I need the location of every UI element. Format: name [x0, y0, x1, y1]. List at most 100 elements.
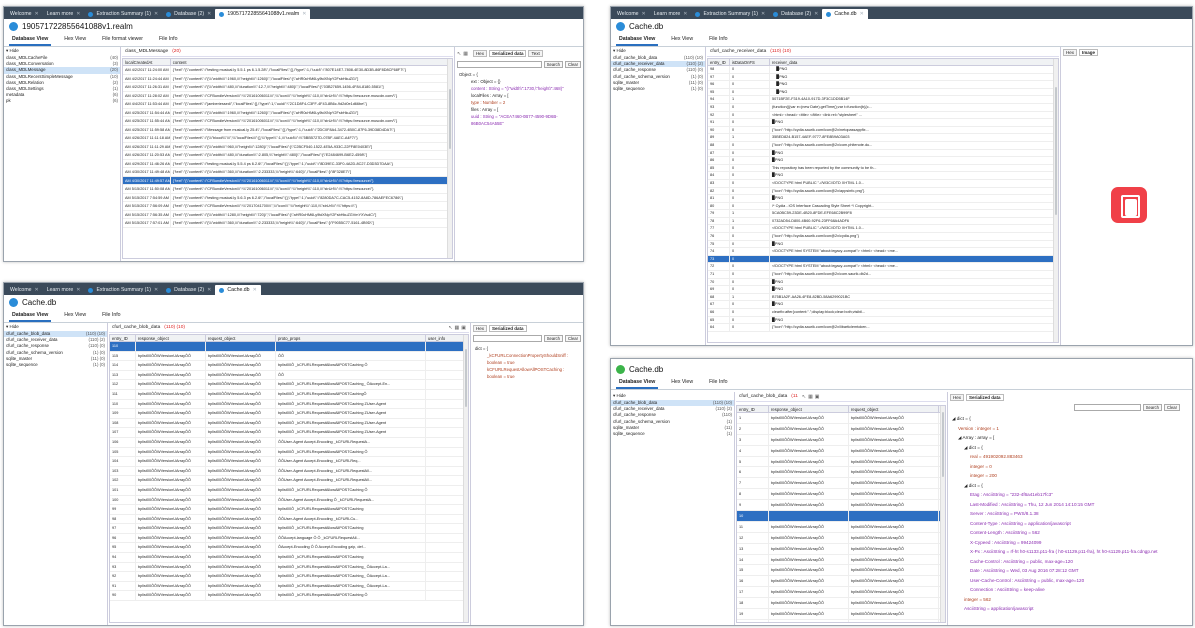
- table-row[interactable]: 115 bplist00ÔÔWVersionUArrayÔÔ bplist00ÔÔW…: [110, 351, 468, 362]
- tab-3[interactable]: Database (2) ✕: [769, 9, 822, 19]
- table-row[interactable]: 95 0 ▉PNG: [708, 88, 1058, 97]
- table-row[interactable]: 97 0 ▉PNG: [708, 73, 1058, 82]
- search-button[interactable]: Search: [1142, 404, 1162, 411]
- table-row[interactable]: 94 1 5071BF2E-F319-4A10-917D-3F3C1DD5B14F: [708, 96, 1058, 104]
- table-row[interactable]: AM 4/25/2017 11:59:58 AM {"text":"{\"cont…: [123, 125, 452, 134]
- tree-node[interactable]: kCFURLRequestAllowAllPOSTCaching : boole…: [475, 366, 579, 380]
- table-row[interactable]: AM 4/2/2017 11:24:44 AM {"text":"{\"conte…: [123, 74, 452, 83]
- table-row[interactable]: 94 bplist00ÔÔWVersionUArrayÔÔ bplist00ÔÔWV…: [110, 553, 468, 563]
- table-row[interactable]: 15 bplist00ÔÔWVersionUArrayÔÔ bplist00ÔÔWV…: [737, 565, 945, 577]
- tab-2[interactable]: Extraction Summary (1) ✕: [84, 285, 162, 295]
- table-row[interactable]: 100 bplist00ÔÔWVersionUArrayÔÔ bplist00ÔÔW…: [110, 495, 468, 506]
- table-row[interactable]: 96 bplist00ÔÔWVersionUArrayÔÔ bplist00ÔÔWV…: [110, 533, 468, 544]
- table-row[interactable]: AM 5/15/2017 7:56:35 AM {"text":"{\"conte…: [123, 210, 452, 219]
- table-row[interactable]: 78 1 0732AD54-D800-4B60-92F6-23FF68A4ADF6: [708, 217, 1058, 226]
- close-icon[interactable]: ✕: [207, 11, 211, 17]
- table-row[interactable]: AM 4/30/2017 11:49:48 AM {"text":"{\"cont…: [123, 168, 452, 177]
- table-row[interactable]: 90 bplist00ÔÔWVersionUArrayÔÔ bplist00ÔÔWV…: [110, 591, 468, 602]
- table-row[interactable]: 20bplist00ÔÔWVersionUArrayÔÔbplist00ÔÔWV…: [737, 619, 945, 622]
- tab-2[interactable]: Extraction Summary (1) ✕: [84, 9, 162, 19]
- table-row[interactable]: 93 0 (function(){var e=(new Date).getTime(…: [708, 103, 1058, 112]
- close-icon[interactable]: ✕: [35, 11, 39, 17]
- table-row[interactable]: 8 bplist00ÔÔWVersionUArrayÔÔ bplist00ÔÔWVe…: [737, 489, 945, 501]
- table-row[interactable]: 111 bplist00ÔÔWVersionUArrayÔÔ bplist00ÔÔW…: [110, 389, 468, 400]
- scrollbar[interactable]: [1053, 59, 1058, 342]
- table-row[interactable]: 103 bplist00ÔÔWVersionUArrayÔÔ bplist00ÔÔW…: [110, 466, 468, 477]
- view-tab[interactable]: Database View: [616, 377, 659, 389]
- table-row[interactable]: 99 bplist00ÔÔWVersionUArrayÔÔ bplist00ÔÔWV…: [110, 505, 468, 515]
- column-header[interactable]: user_info: [426, 335, 466, 341]
- table-row[interactable]: 86 0 ▉PNG: [708, 157, 1058, 165]
- table-row[interactable]: 97 bplist00ÔÔWVersionUArrayÔÔ bplist00ÔÔWV…: [110, 524, 468, 534]
- tree-node[interactable]: X-Cypeed : AsciiString = 99424099: [952, 538, 1188, 548]
- table-row[interactable]: 85 0 This repository has been reported by …: [708, 164, 1058, 173]
- view-tab[interactable]: Hex View: [61, 34, 89, 46]
- table-row[interactable]: 18 bplist00ÔÔWVersionUArrayÔÔ bplist00ÔÔWV…: [737, 598, 945, 610]
- sidebar-item[interactable]: pk (6): [4, 98, 120, 104]
- table-row[interactable]: AM 5/15/2017 7:54:59 AM {"text":"{\"conte…: [123, 193, 452, 202]
- table-row[interactable]: 109 bplist00ÔÔWVersionUArrayÔÔ bplist00ÔÔW…: [110, 409, 468, 419]
- detail-tab[interactable]: Serialized data: [488, 50, 527, 57]
- table-row[interactable]: 1 bplist00ÔÔWVersionUArrayÔÔ bplist00ÔÔWVe…: [737, 413, 945, 424]
- table-row[interactable]: 77 0 <!DOCTYPE html PUBLIC "-//W3C//DTD XH…: [708, 225, 1058, 234]
- tree-node[interactable]: integer = 200: [952, 471, 1188, 481]
- tab-1[interactable]: Learn more ✕: [650, 9, 692, 19]
- close-icon[interactable]: ✕: [76, 287, 80, 293]
- table-row[interactable]: 79 1 5CA0BC59-23DE-4B20-8FDE-EFE68C2B99F8: [708, 210, 1058, 218]
- clear-button[interactable]: Clear: [564, 61, 581, 68]
- cursor-icon[interactable]: ↖: [802, 394, 806, 400]
- view-tab[interactable]: Database View: [9, 34, 52, 46]
- tab-0[interactable]: Welcome ✕: [613, 9, 650, 19]
- close-icon[interactable]: ✕: [814, 11, 818, 17]
- view-tab[interactable]: Hex View: [668, 34, 696, 46]
- table-row[interactable]: AM 5/15/2017 7:57:01 AM {"text":"{\"conte…: [123, 219, 452, 228]
- hide-toggle[interactable]: ▾ Hide: [611, 47, 705, 55]
- table-row[interactable]: 98 0 ▉PNG: [708, 66, 1058, 74]
- close-icon[interactable]: ✕: [207, 287, 211, 293]
- clear-button[interactable]: Clear: [564, 335, 581, 342]
- tree-node[interactable]: Date : AsciiString = Wed, 03 Aug 2016 07…: [952, 566, 1188, 576]
- tab-1[interactable]: Learn more ✕: [43, 9, 85, 19]
- table-row[interactable]: 75 0 ▉PNG: [708, 240, 1058, 249]
- column-header[interactable]: content: [171, 59, 452, 65]
- table-row[interactable]: 113 bplist00ÔÔWVersionUArrayÔÔ bplist00ÔÔW…: [110, 370, 468, 381]
- scrollbar[interactable]: [447, 59, 452, 258]
- hide-toggle[interactable]: ▾ Hide: [4, 47, 120, 55]
- view-tab[interactable]: File Info: [99, 310, 123, 322]
- table-row[interactable]: 69 0 ▉PNG: [708, 286, 1058, 294]
- filter-icon[interactable]: ▣: [461, 325, 466, 331]
- detail-tab[interactable]: Hex: [1063, 49, 1078, 56]
- tree-node[interactable]: uuid : String = "ACEA7460-0B77-4590-9D6B…: [459, 113, 579, 127]
- table-row[interactable]: AM 5/15/2017 11:50:08 AM {"text":"{\"cont…: [123, 185, 452, 194]
- view-tab[interactable]: Hex View: [61, 310, 89, 322]
- cursor-icon[interactable]: ↖: [457, 51, 461, 57]
- tree-node[interactable]: Content-Type : AsciiString = application…: [952, 519, 1188, 529]
- tree-node[interactable]: ◢ dict = {: [952, 443, 1188, 453]
- column-header[interactable]: localCreatedAt: [123, 59, 171, 65]
- grid-icon[interactable]: ▦: [455, 325, 460, 331]
- tree-node[interactable]: _kCFURLConnectionPropertyShouldSniff : b…: [475, 352, 579, 366]
- detail-tab[interactable]: Hex: [472, 50, 487, 57]
- tab-4[interactable]: Cache.db ✕: [215, 285, 261, 295]
- hide-toggle[interactable]: ▾ Hide: [4, 323, 107, 331]
- close-icon[interactable]: ✕: [154, 287, 158, 293]
- close-icon[interactable]: ✕: [683, 11, 687, 17]
- table-row[interactable]: AM 4/26/2017 11:11:18 AM {"text":"{\"cont…: [123, 134, 452, 143]
- tree-node[interactable]: Server : AsciiString = PWS/8.1.38: [952, 509, 1188, 519]
- close-icon[interactable]: ✕: [154, 11, 158, 17]
- tree-node[interactable]: Cache-Control : AsciiString = public, ma…: [952, 557, 1188, 567]
- column-header[interactable]: response_object: [136, 335, 206, 341]
- tab-3[interactable]: Database (2) ✕: [162, 9, 215, 19]
- column-header[interactable]: entry_ID: [110, 335, 136, 341]
- table-row[interactable]: AM 4/26/2017 11:11:29 AM {"text":"{\"cont…: [123, 142, 452, 151]
- detail-tab[interactable]: Serialized data: [966, 394, 1004, 401]
- cursor-icon[interactable]: ↖: [448, 325, 452, 331]
- table-row[interactable]: 82 0 {"icon":"http://cydia.saurik.com/icon…: [708, 187, 1058, 196]
- sidebar-item[interactable]: sqlite_sequence (1) (0): [4, 362, 107, 368]
- table-row[interactable]: 87 0 ▉PNG: [708, 149, 1058, 158]
- table-row[interactable]: 76 0 {"icon":"http://cydia.saurik.com/icon…: [708, 233, 1058, 241]
- table-row[interactable]: AM 4/2/2017 11:28:02 AM {"text":"{\"conte…: [123, 91, 452, 100]
- view-tab[interactable]: Database View: [9, 310, 52, 322]
- column-header[interactable]: entry_ID: [708, 59, 730, 65]
- table-row[interactable]: 110 bplist00ÔÔWVersionUArrayÔÔ bplist00ÔÔW…: [110, 399, 468, 410]
